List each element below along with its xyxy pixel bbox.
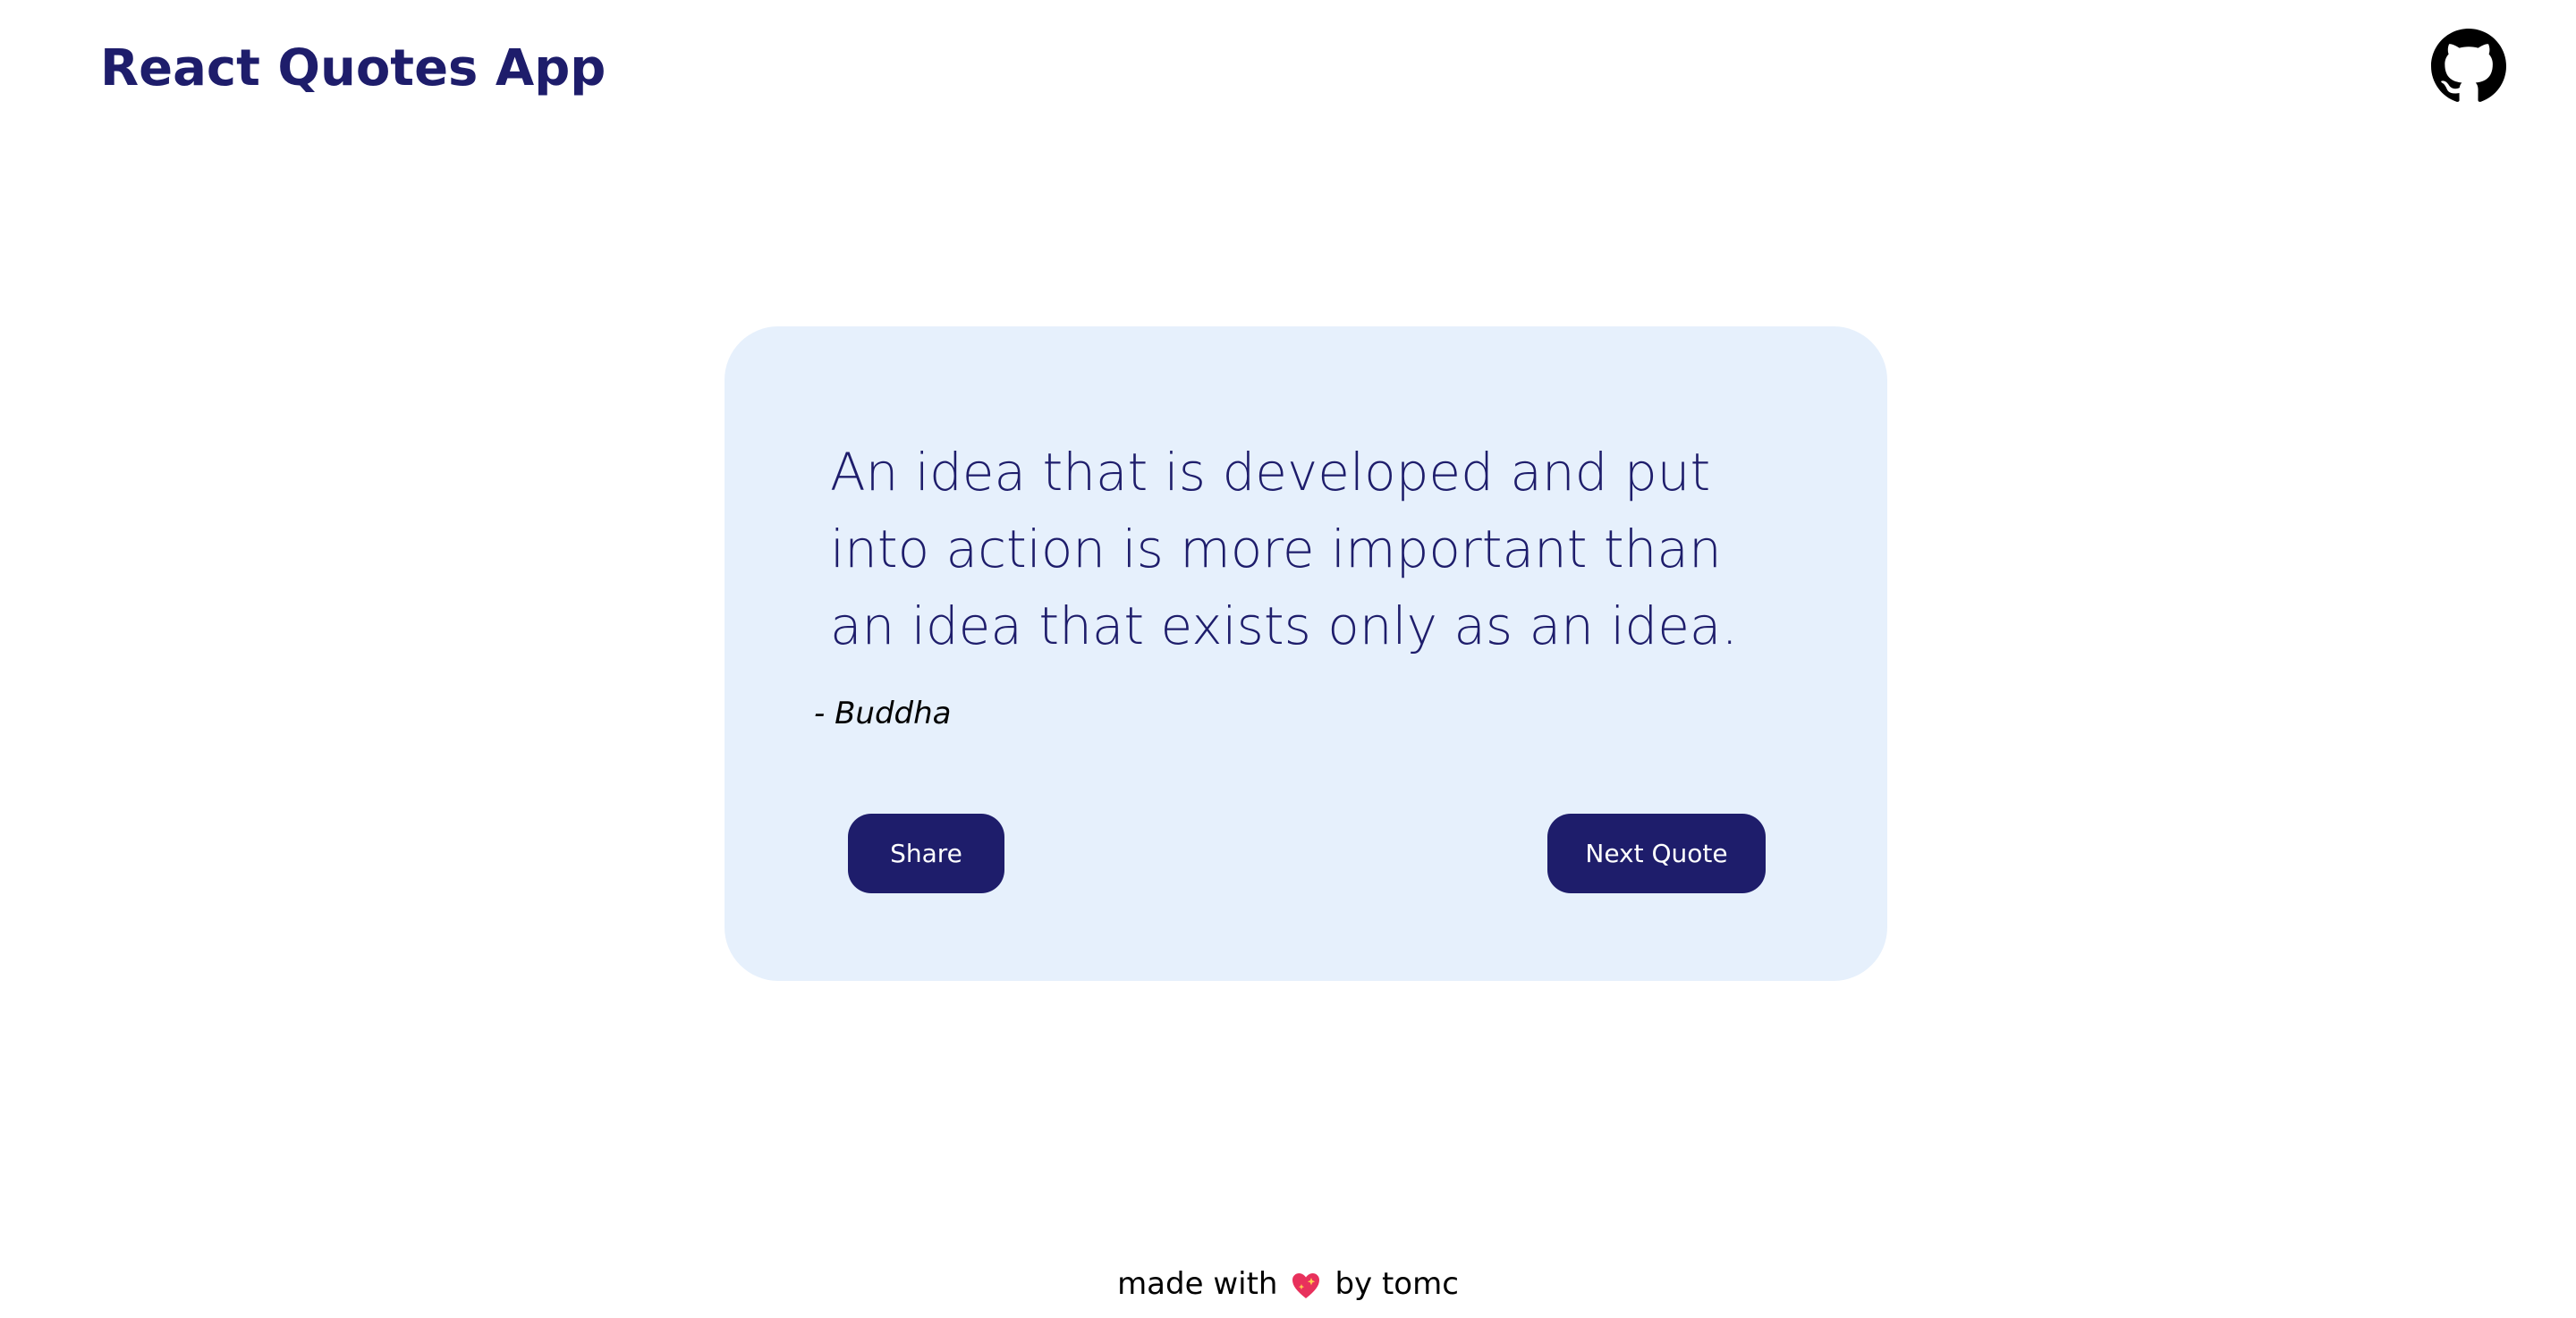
page: React Quotes App An idea that is develop… [0,0,2576,1318]
quote-author: - Buddha [814,696,952,731]
share-button[interactable]: Share [848,814,1004,893]
sparkling-heart-icon [1290,1270,1322,1302]
next-quote-button[interactable]: Next Quote [1547,814,1766,893]
footer-suffix: by tomc [1335,1266,1459,1302]
app-title: React Quotes App [100,39,606,97]
github-icon [2431,29,2506,102]
footer: made with by tomc [0,1267,2576,1302]
github-link[interactable] [2431,29,2506,104]
quote-text: An idea that is developed and put into a… [830,442,1738,656]
quote-card: An idea that is developed and put into a… [724,326,1887,981]
footer-prefix: made with [1117,1266,1278,1302]
